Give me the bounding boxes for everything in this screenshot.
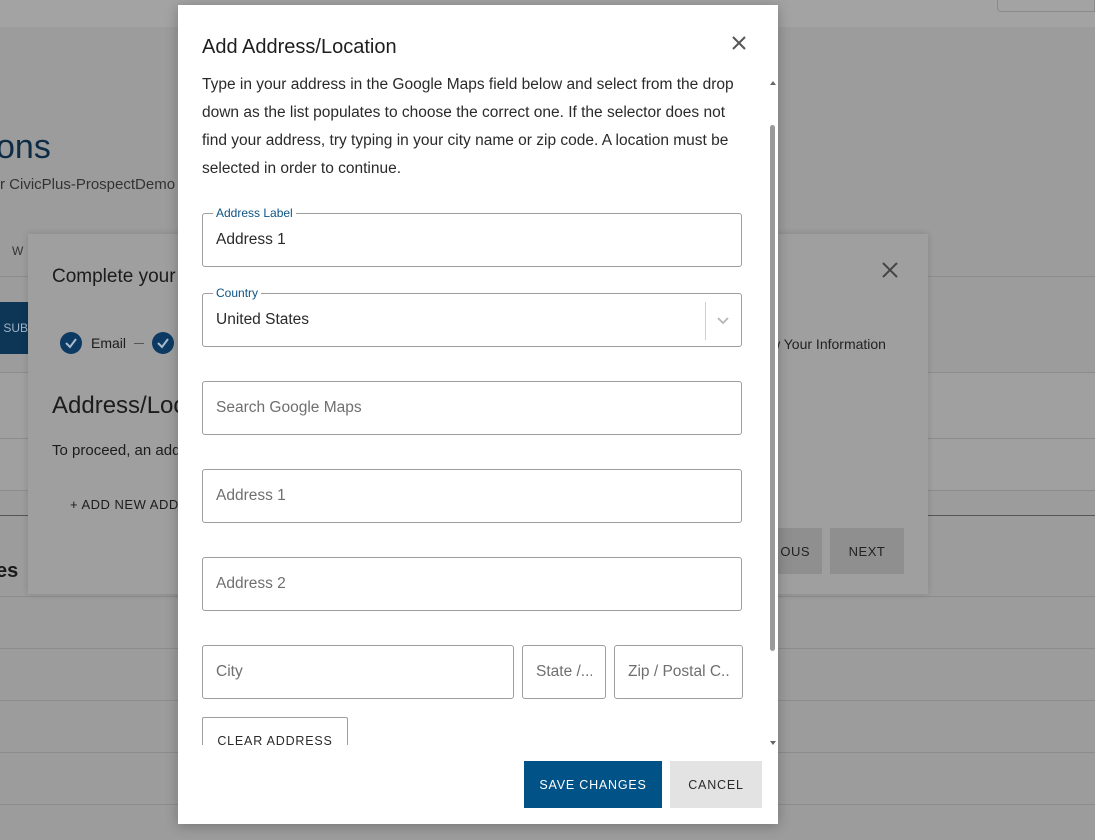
tab-fragment: W xyxy=(12,244,24,258)
select-separator xyxy=(705,302,706,340)
progress-steps: Email xyxy=(60,332,183,354)
cancel-button[interactable]: CANCEL xyxy=(670,761,762,808)
scroll-down-icon[interactable] xyxy=(770,741,776,745)
step-review-label: w Your Information xyxy=(770,336,886,352)
scroll-thumb[interactable] xyxy=(770,125,775,651)
clear-address-button[interactable]: CLEAR ADDRESS xyxy=(202,717,348,745)
scroll-up-icon[interactable] xyxy=(770,81,776,85)
check-icon xyxy=(60,332,82,354)
address1-input[interactable] xyxy=(203,470,741,522)
address1-field[interactable] xyxy=(202,469,742,523)
dialog-instructions: Type in your address in the Google Maps … xyxy=(202,76,734,177)
step-email-label: Email xyxy=(91,335,127,351)
address2-field[interactable] xyxy=(202,557,742,611)
close-icon[interactable] xyxy=(880,260,900,280)
next-button[interactable]: NEXT xyxy=(830,528,904,574)
chevron-down-icon[interactable] xyxy=(715,312,731,328)
zip-field[interactable] xyxy=(614,645,743,699)
address-label-field[interactable]: Address Label xyxy=(202,205,742,267)
check-icon xyxy=(152,332,175,354)
zip-input[interactable] xyxy=(615,646,742,698)
search-google-maps-input[interactable] xyxy=(203,382,741,434)
search-google-maps-field[interactable] xyxy=(202,381,742,435)
state-field[interactable] xyxy=(522,645,606,699)
add-new-address-link[interactable]: + ADD NEW ADD xyxy=(70,497,179,512)
section-heading: es xyxy=(0,560,19,582)
step-connector xyxy=(134,342,145,344)
country-value: United States xyxy=(216,311,310,328)
submit-button-fragment: SUB xyxy=(0,302,28,354)
close-icon[interactable] xyxy=(728,32,750,54)
top-bar-button xyxy=(997,0,1095,12)
dialog-body: Type in your address in the Google Maps … xyxy=(178,71,778,745)
modal-title: Complete your xyxy=(52,266,176,287)
section-paragraph: To proceed, an add xyxy=(52,442,181,459)
dialog-scrollbar[interactable] xyxy=(768,79,778,745)
city-input[interactable] xyxy=(203,646,513,698)
address-label-input[interactable] xyxy=(203,214,741,266)
section-heading: Address/Loc xyxy=(52,392,186,419)
city-field[interactable] xyxy=(202,645,514,699)
address2-input[interactable] xyxy=(203,558,741,610)
previous-label: OUS xyxy=(780,543,810,559)
submit-label: SUB xyxy=(3,321,28,335)
save-changes-button[interactable]: SAVE CHANGES xyxy=(524,761,662,808)
page-subtitle: r CivicPlus-ProspectDemo xyxy=(0,176,176,193)
state-input[interactable] xyxy=(523,646,605,698)
country-select[interactable]: Country United States xyxy=(202,285,742,347)
add-address-dialog: Add Address/Location Type in your addres… xyxy=(178,5,778,824)
page-heading: ons xyxy=(0,128,51,166)
dialog-title: Add Address/Location xyxy=(202,36,397,58)
